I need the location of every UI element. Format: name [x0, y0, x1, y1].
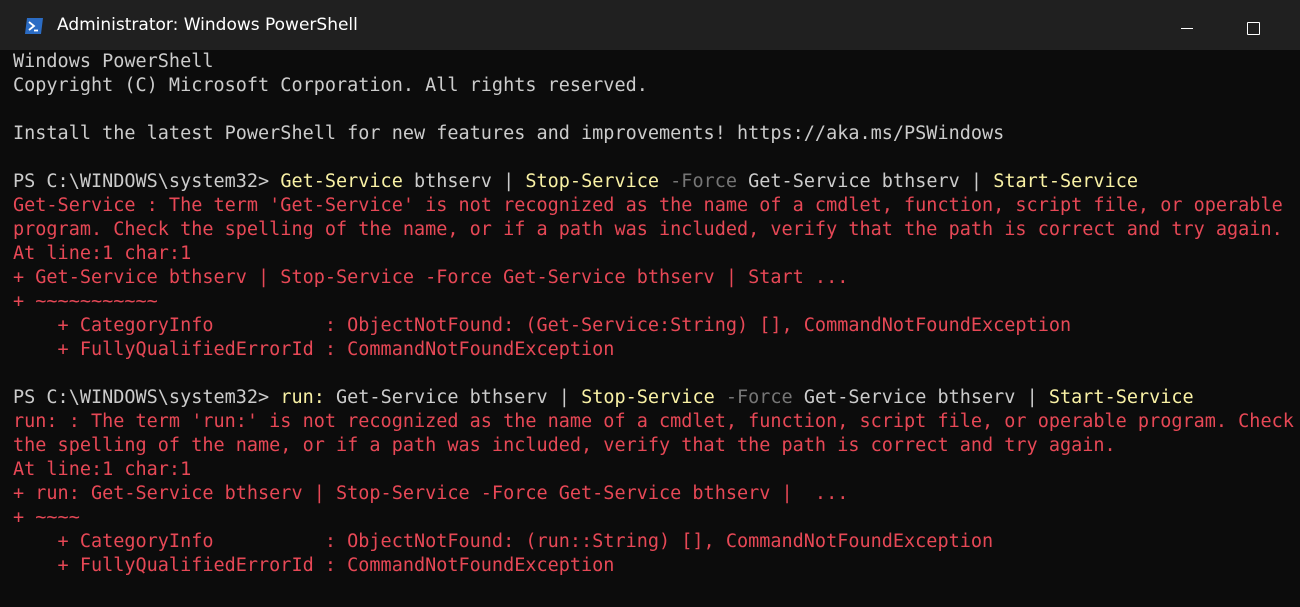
error-text: + CategoryInfo : ObjectNotFound: (run::S… — [13, 531, 994, 552]
command-token: run: — [280, 387, 325, 408]
console-line: + FullyQualifiedErrorId : CommandNotFoun… — [13, 554, 1297, 578]
error-text: At line:1 char:1 — [13, 459, 192, 480]
error-text: + run: Get-Service bthserv | Stop-Servic… — [13, 483, 849, 504]
error-text: + FullyQualifiedErrorId : CommandNotFoun… — [13, 339, 615, 360]
console-text: Get-Service bthserv | — [792, 387, 1049, 408]
command-token: Get-Service — [280, 171, 403, 192]
command-token: Stop-Service — [525, 171, 660, 192]
console-line: Copyright (C) Microsoft Corporation. All… — [13, 74, 1297, 98]
console-line: + ~~~~~~~~~~~ — [13, 290, 1297, 314]
console-line: + CategoryInfo : ObjectNotFound: (Get-Se… — [13, 314, 1297, 338]
minimize-button[interactable] — [1164, 8, 1210, 48]
console-line: + FullyQualifiedErrorId : CommandNotFoun… — [13, 338, 1297, 362]
console-line: run: : The term 'run:' is not recognized… — [13, 410, 1297, 434]
error-text: + ~~~~~~~~~~~ — [13, 291, 158, 312]
console-line: Get-Service : The term 'Get-Service' is … — [13, 194, 1297, 218]
console-text: Get-Service bthserv | — [324, 387, 582, 408]
error-text: At line:1 char:1 — [13, 243, 192, 264]
error-text: the spelling of the name, or if a path w… — [13, 435, 1116, 456]
error-text: + FullyQualifiedErrorId : CommandNotFoun… — [13, 555, 615, 576]
console-line: + run: Get-Service bthserv | Stop-Servic… — [13, 482, 1297, 506]
error-text: + ~~~~ — [13, 507, 80, 528]
command-token: Start-Service — [1048, 387, 1194, 408]
parameter-token: -Force — [714, 387, 793, 408]
window-title: Administrator: Windows PowerShell — [57, 15, 358, 35]
console-text: Get-Service bthserv | — [737, 171, 994, 192]
error-text: program. Check the spelling of the name,… — [13, 219, 1283, 240]
console-line: the spelling of the name, or if a path w… — [13, 434, 1297, 458]
maximize-icon — [1246, 21, 1260, 35]
console-text: Windows PowerShell — [13, 51, 214, 72]
console-output[interactable]: Windows PowerShell Copyright (C) Microsof… — [13, 50, 1297, 578]
console-line: PS C:\WINDOWS\system32> run: Get-Service… — [13, 386, 1297, 410]
console-line: Windows PowerShell — [13, 50, 1297, 74]
minimize-icon — [1181, 27, 1193, 29]
powershell-icon — [24, 16, 44, 36]
console-line: At line:1 char:1 — [13, 242, 1297, 266]
error-text: run: : The term 'run:' is not recognized… — [13, 411, 1294, 432]
console-line: PS C:\WINDOWS\system32> Get-Service bths… — [13, 170, 1297, 194]
console-line: + ~~~~ — [13, 506, 1297, 530]
parameter-token: -Force — [659, 171, 737, 192]
console-text: Copyright (C) Microsoft Corporation. All… — [13, 75, 648, 96]
console-text: bthserv | — [402, 171, 526, 192]
console-line: At line:1 char:1 — [13, 458, 1297, 482]
powershell-window: Administrator: Windows PowerShell Window… — [0, 0, 1300, 607]
console-line: Install the latest PowerShell for new fe… — [13, 122, 1297, 146]
command-token: Stop-Service — [581, 387, 715, 408]
console-text: PS C:\WINDOWS\system32> — [13, 171, 281, 192]
console-line: + CategoryInfo : ObjectNotFound: (run::S… — [13, 530, 1297, 554]
command-token: Start-Service — [993, 171, 1138, 192]
maximize-button[interactable] — [1230, 8, 1276, 48]
error-text: + CategoryInfo : ObjectNotFound: (Get-Se… — [13, 315, 1072, 336]
console-line: + Get-Service bthserv | Stop-Service -Fo… — [13, 266, 1297, 290]
console-text: PS C:\WINDOWS\system32> — [13, 387, 281, 408]
title-bar[interactable]: Administrator: Windows PowerShell — [0, 0, 1300, 50]
console-text: Install the latest PowerShell for new fe… — [13, 123, 1005, 144]
console-line: program. Check the spelling of the name,… — [13, 218, 1297, 242]
error-text: + Get-Service bthserv | Stop-Service -Fo… — [13, 267, 849, 288]
error-text: Get-Service : The term 'Get-Service' is … — [13, 195, 1283, 216]
